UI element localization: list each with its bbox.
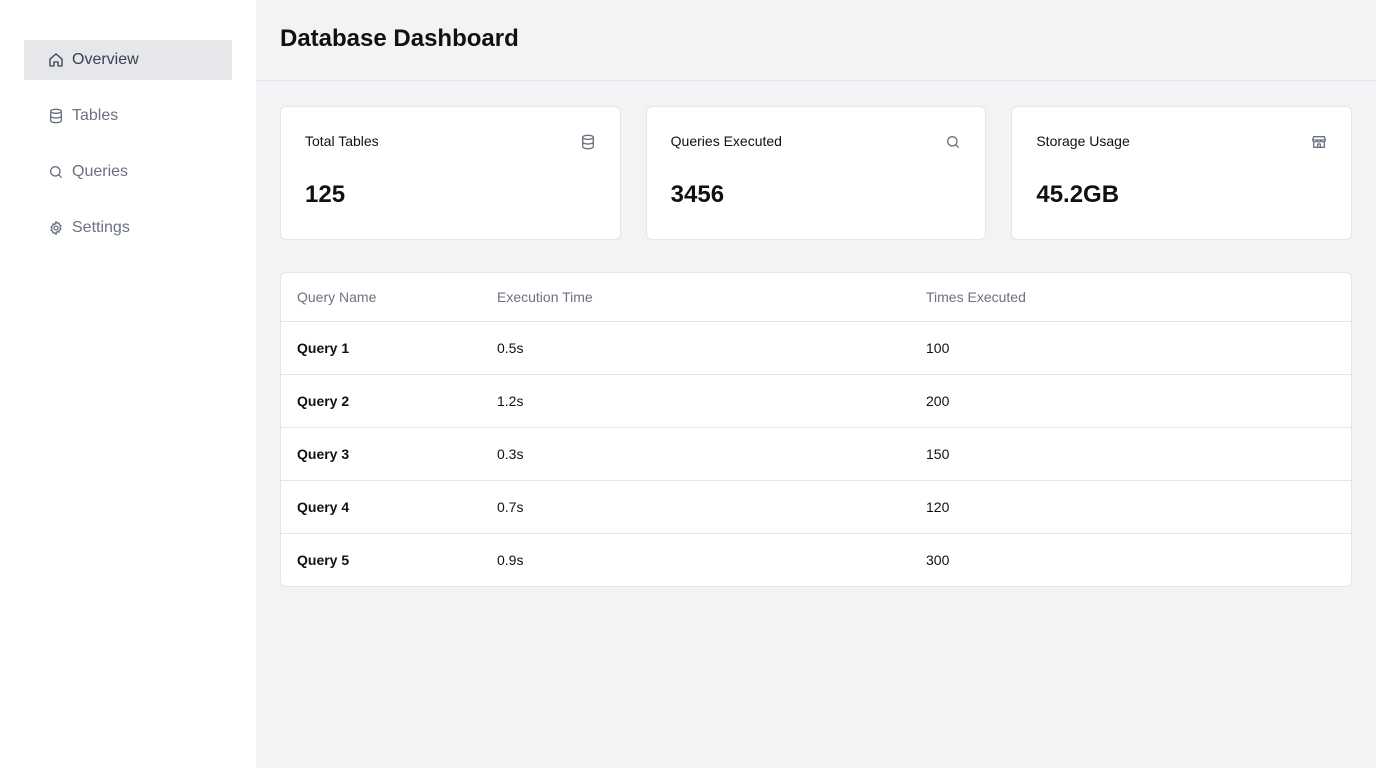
column-header-times-executed[interactable]: Times Executed (910, 273, 1351, 322)
sidebar-item-tables[interactable]: Tables (24, 96, 232, 136)
stat-card-total-tables: Total Tables 125 (280, 106, 621, 240)
sidebar: Overview Tables Queries Settings (0, 0, 256, 768)
cell-execution-time: 0.5s (481, 321, 910, 375)
column-header-query-name[interactable]: Query Name (281, 273, 481, 322)
page-header: Database Dashboard (256, 0, 1376, 81)
table-row[interactable]: Query 2 1.2s 200 (281, 374, 1351, 428)
cell-times-executed: 200 (910, 374, 1351, 428)
sidebar-item-label: Tables (72, 107, 119, 124)
table-header-row: Query Name Execution Time Times Executed (281, 273, 1351, 322)
stat-card-value: 3456 (670, 181, 725, 208)
sidebar-item-settings[interactable]: Settings (24, 208, 232, 248)
store-icon (1311, 134, 1327, 150)
stat-card-queries-executed: Queries Executed 3456 (645, 106, 987, 240)
queries-table: Query Name Execution Time Times Executed… (280, 272, 1352, 587)
sidebar-item-overview[interactable]: Overview (24, 40, 232, 80)
stat-card-storage-usage: Storage Usage 45.2GB (1011, 106, 1353, 240)
cell-query-name: Query 5 (297, 551, 350, 568)
stat-card-title: Queries Executed (670, 133, 782, 149)
search-icon (48, 164, 64, 180)
cell-times-executed: 150 (910, 427, 1351, 481)
cell-times-executed: 120 (910, 480, 1351, 534)
table-row[interactable]: Query 5 0.9s 300 (281, 533, 1351, 586)
table-row[interactable]: Query 3 0.3s 150 (281, 427, 1351, 481)
column-header-execution-time[interactable]: Execution Time (481, 273, 910, 322)
sidebar-item-label: Settings (72, 219, 130, 236)
dashboard-content: Total Tables 125 Queries Executed 3456 S… (256, 81, 1376, 587)
stat-card-value: 125 (305, 181, 346, 208)
cell-execution-time: 1.2s (481, 374, 910, 428)
search-icon (945, 134, 961, 150)
sidebar-item-label: Overview (72, 51, 139, 68)
cell-query-name: Query 4 (281, 480, 481, 534)
cell-execution-time: 0.7s (481, 480, 910, 534)
gear-icon (48, 220, 64, 236)
cell-times-executed: 300 (926, 551, 950, 568)
sidebar-item-label: Queries (72, 163, 129, 180)
cell-query-name: Query 1 (281, 321, 481, 375)
table-row[interactable]: Query 1 0.5s 100 (281, 321, 1351, 375)
stat-card-value: 45.2GB (1036, 181, 1120, 208)
table-row[interactable]: Query 4 0.7s 120 (281, 480, 1351, 534)
home-icon (48, 52, 64, 68)
cell-execution-time: 0.9s (497, 551, 524, 568)
main-content: Database Dashboard Total Tables 125 Quer… (256, 0, 1376, 768)
cell-query-name: Query 3 (281, 427, 481, 481)
page-title: Database Dashboard (280, 25, 519, 52)
stat-card-title: Total Tables (305, 133, 379, 149)
database-icon (580, 134, 596, 150)
cell-execution-time: 0.3s (481, 427, 910, 481)
cell-times-executed: 100 (910, 321, 1351, 375)
stat-cards: Total Tables 125 Queries Executed 3456 S… (280, 106, 1353, 240)
cell-query-name: Query 2 (281, 374, 481, 428)
stat-card-title: Storage Usage (1036, 133, 1130, 149)
database-icon (48, 108, 64, 124)
sidebar-item-queries[interactable]: Queries (24, 152, 232, 192)
